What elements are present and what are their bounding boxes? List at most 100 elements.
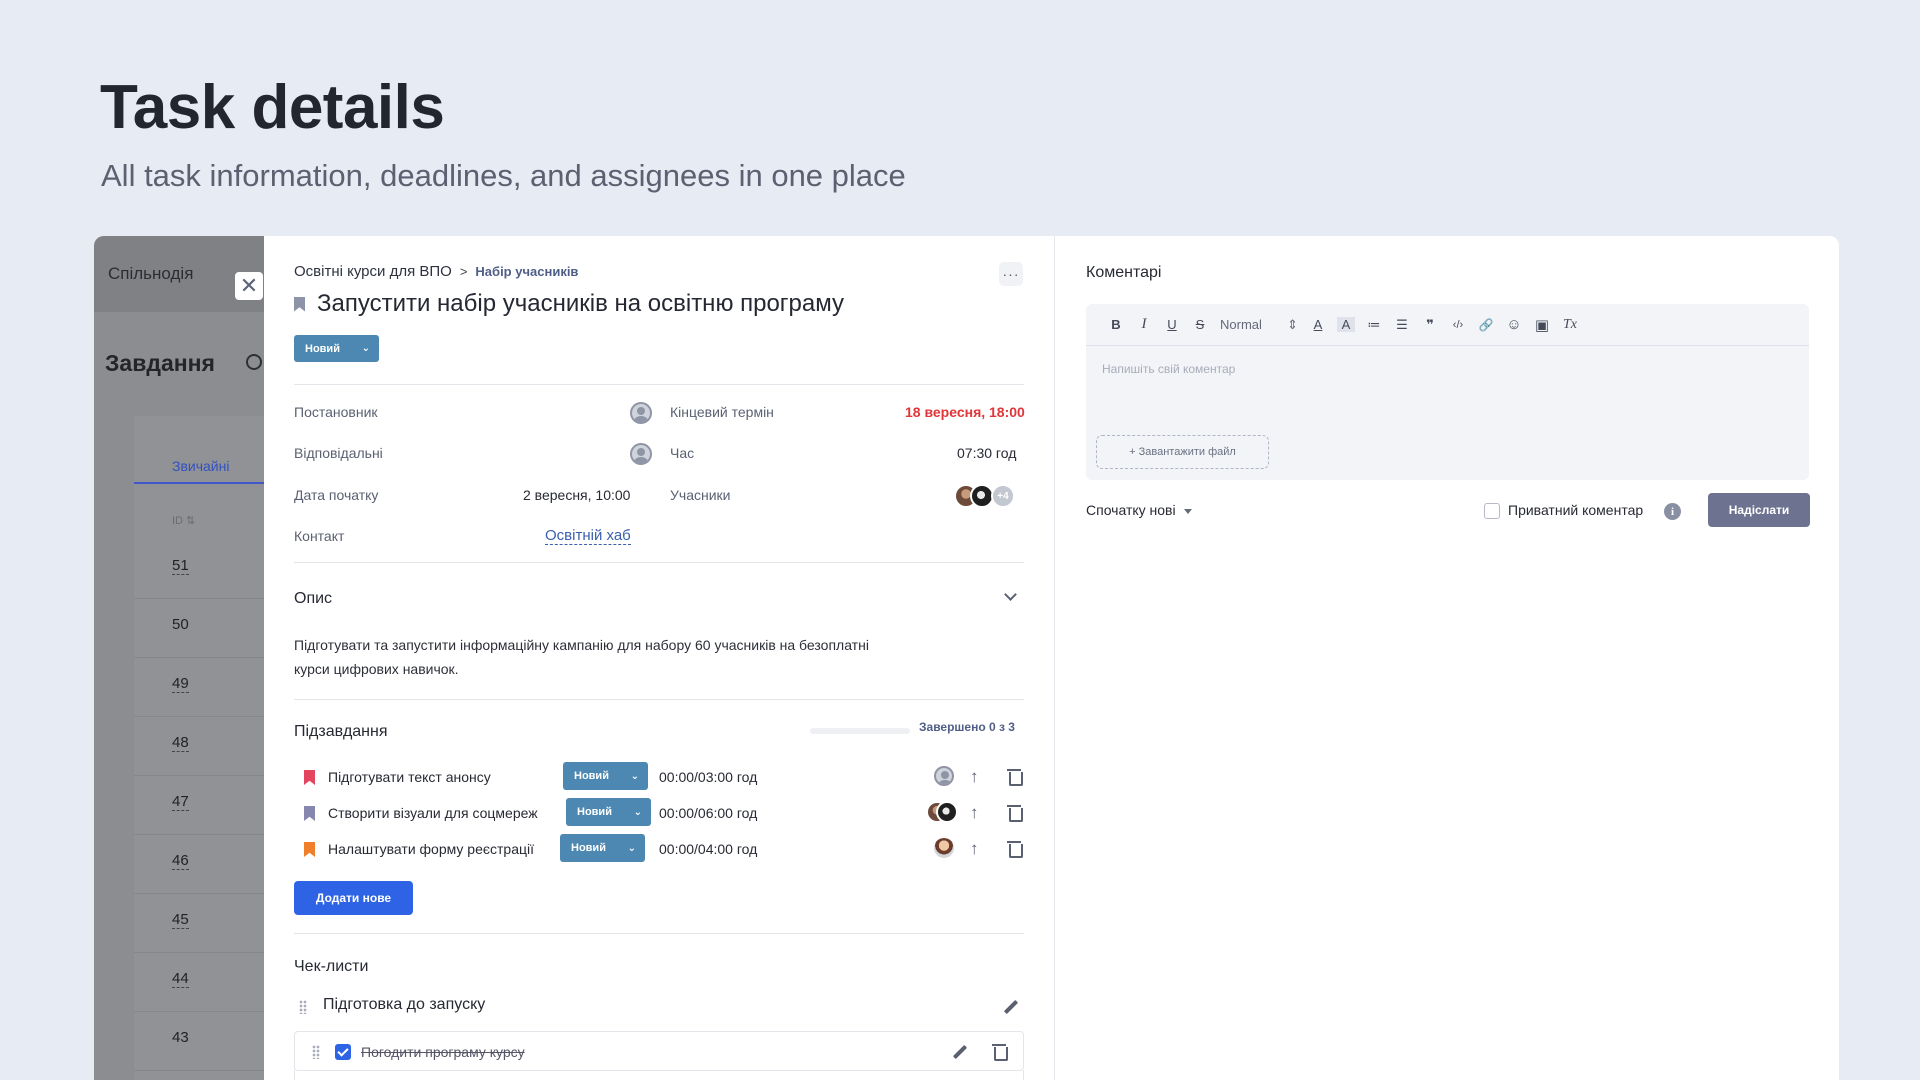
row-id[interactable]: 43 [172,1030,189,1046]
arrow-up-icon[interactable]: ↑ [970,839,979,859]
trash-icon[interactable] [1007,804,1023,822]
subtask-status-dropdown[interactable]: Новий ⌄ [563,762,648,790]
subtask-name[interactable]: Налаштувати форму реєстрації [328,841,534,857]
subtask-assignee-avatar[interactable] [936,801,958,823]
drag-handle-icon[interactable] [299,1000,307,1014]
task-title[interactable]: Запустити набір учасників на освітню про… [317,290,844,318]
underline-button[interactable]: U [1158,317,1186,332]
tab-regular[interactable]: Звичайні [134,446,264,484]
private-comment-label[interactable]: Приватний коментар [1508,502,1643,518]
contact-link[interactable]: Освітній хаб [545,527,631,545]
comment-editor[interactable]: B I U S Normal ⇕ A A ≔ ☰ ❞ ‹/› 🔗 ☺ ▣ Tx Н… [1086,304,1809,480]
edit-icon[interactable] [952,1044,968,1060]
chevron-down-icon[interactable] [1004,588,1017,601]
more-options-button[interactable]: ··· [999,262,1023,286]
trash-icon[interactable] [1007,768,1023,786]
table-row[interactable]: 47 [134,776,264,835]
close-panel-button[interactable]: ✕ [235,272,263,300]
task-status-dropdown[interactable]: Новий ⌄ [294,335,379,362]
subtask-row[interactable]: Підготувати текст анонсу Новий ⌄ 00:00/03… [304,762,1024,792]
start-date-value[interactable]: 2 вересня, 10:00 [523,487,630,503]
code-button[interactable]: ‹/› [1444,319,1472,331]
bold-button[interactable]: B [1102,317,1130,332]
quote-button[interactable]: ❞ [1416,317,1444,333]
comment-sort-select[interactable]: Спочатку нові [1086,502,1192,518]
arrow-up-icon[interactable]: ↑ [970,803,979,823]
row-id[interactable]: 50 [172,617,189,633]
table-row[interactable]: 46 [134,835,264,894]
checklist-item[interactable] [294,1070,1024,1080]
deadline-value[interactable]: 18 вересня, 18:00 [905,404,1025,420]
description-text[interactable]: Підготувати та запустити інформаційну ка… [294,633,894,681]
comment-placeholder[interactable]: Напишіть свій коментар [1102,362,1235,376]
add-subtask-button[interactable]: Додати нове [294,881,413,915]
drag-handle-icon[interactable] [312,1045,320,1059]
subtasks-progress-label: Завершено 0 з 3 [919,720,1015,734]
search-icon[interactable] [246,354,262,370]
highlight-button[interactable]: A [1337,317,1355,332]
text-style-select[interactable]: Normal ⇕ [1214,317,1304,333]
row-id[interactable]: 46 [172,853,189,870]
row-id[interactable]: 44 [172,971,189,988]
edit-icon[interactable] [1003,999,1019,1015]
emoji-button[interactable]: ☺ [1500,316,1528,333]
id-sort-header[interactable]: ID ⇅ [172,514,195,527]
row-id[interactable]: 51 [172,558,189,575]
checklist-item[interactable]: Погодити програму курсу [294,1031,1024,1071]
time-value[interactable]: 07:30 год [957,445,1016,461]
creator-avatar[interactable] [630,402,652,424]
table-row[interactable]: 49 [134,658,264,717]
subtask-row[interactable]: Створити візуали для соцмереж Новий ⌄ 00:… [304,798,1024,828]
subtask-row[interactable]: Налаштувати форму реєстрації Новий ⌄ 00:0… [304,834,1024,864]
trash-icon[interactable] [992,1043,1008,1061]
trash-icon[interactable] [1007,840,1023,858]
bookmark-icon[interactable] [294,296,305,312]
font-color-button[interactable]: A [1304,317,1332,332]
tasks-heading: Завдання [105,350,215,376]
clear-format-button[interactable]: Tx [1556,317,1584,333]
row-id[interactable]: 47 [172,794,189,811]
table-row[interactable]: 45 [134,894,264,953]
subtask-assignee-avatar[interactable] [934,838,954,858]
subtask-assignee-avatar[interactable] [934,766,954,786]
checklist-checkbox[interactable] [335,1044,351,1060]
arrow-up-icon[interactable]: ↑ [970,767,979,787]
table-row[interactable]: 43 [134,1012,264,1071]
bullet-list-button[interactable]: ☰ [1388,317,1416,333]
subtask-status-dropdown[interactable]: Новий ⌄ [560,834,645,862]
italic-button[interactable]: I [1130,316,1158,333]
upload-file-button[interactable]: + Завантажити файл [1096,435,1269,469]
info-icon[interactable]: i [1664,503,1681,520]
contact-link-text[interactable]: Освітній хаб [545,527,631,545]
participants-more-badge[interactable]: +4 [991,484,1015,508]
strikethrough-button[interactable]: S [1186,317,1214,332]
subtask-time: 00:00/06:00 год [659,805,758,821]
image-button[interactable]: ▣ [1528,316,1556,334]
table-row[interactable]: 48 [134,717,264,776]
subtask-name[interactable]: Створити візуали для соцмереж [328,805,538,821]
checklist-group-name[interactable]: Підготовка до запуску [323,996,485,1014]
task-title-row: Запустити набір учасників на освітню про… [294,290,844,318]
checklist-item-text[interactable]: Погодити програму курсу [361,1044,525,1060]
row-id[interactable]: 48 [172,735,189,752]
row-id[interactable]: 45 [172,912,189,929]
table-row[interactable]: 51 [134,540,264,599]
breadcrumb-stage[interactable]: Набір учасників [475,264,578,279]
subtask-status-dropdown[interactable]: Новий ⌄ [566,798,651,826]
responsible-avatar[interactable] [630,443,652,465]
send-comment-button[interactable]: Надіслати [1708,493,1810,527]
page-title: Task details [100,73,445,142]
link-button[interactable]: 🔗 [1472,318,1500,332]
table-row[interactable]: 44 [134,953,264,1012]
private-comment-checkbox[interactable] [1484,503,1500,519]
chevron-down-icon: ⌄ [361,343,370,354]
bookmark-icon [304,770,315,785]
table-row[interactable]: 50 [134,599,264,658]
subtasks-title: Підзавдання [294,723,388,740]
chevron-down-icon: ⌄ [630,770,639,782]
ordered-list-button[interactable]: ≔ [1360,317,1388,333]
background-task-list: Спільнодія Завдання Звичайні ID ⇅ 51 50 … [94,236,264,1080]
subtask-name[interactable]: Підготувати текст анонсу [328,769,491,785]
row-id[interactable]: 49 [172,676,189,693]
breadcrumb-project[interactable]: Освітні курси для ВПО [294,263,452,280]
